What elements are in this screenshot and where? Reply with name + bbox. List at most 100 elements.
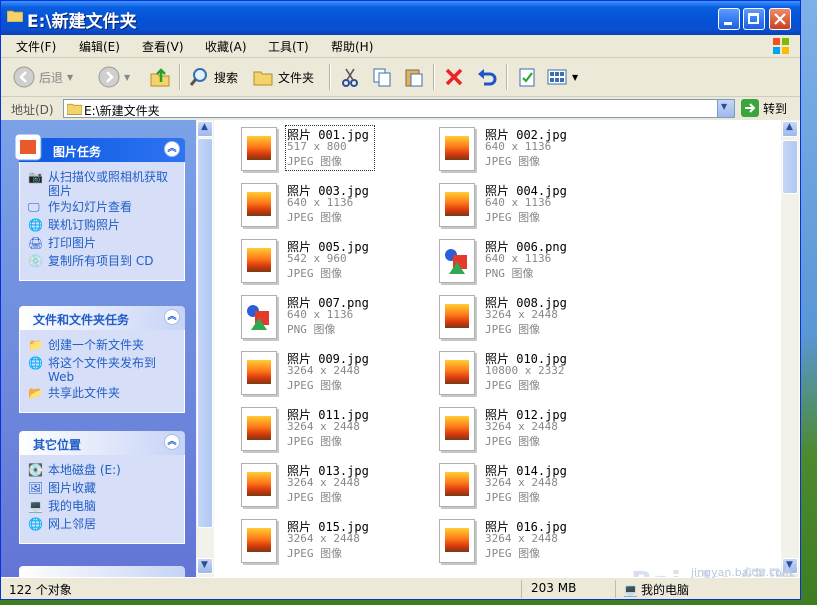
file-list-scrollbar[interactable]: ▲ ▼ [781,120,799,577]
cut-button[interactable] [339,65,361,89]
up-folder-button[interactable] [149,65,171,89]
menu-help[interactable]: 帮助(H) [331,38,373,55]
menu-view[interactable]: 查看(V) [142,38,184,55]
details-panel [19,566,185,577]
file-item[interactable]: 照片 009.jpg 3264 x 2448 JPEG 图像 [239,349,429,401]
scissors-icon [342,68,358,87]
undo-button[interactable] [475,65,497,89]
file-item[interactable]: 照片 013.jpg 3264 x 2448 JPEG 图像 [239,461,429,513]
other-places-header[interactable]: 其它位置 ︽ [19,431,185,455]
task-print[interactable]: 🖨 打印图片 [28,236,176,252]
forward-button[interactable]: ▼ [98,65,130,89]
paste-button[interactable] [403,65,425,89]
computer-icon: 💻 [28,499,43,513]
task-copy-to-cd[interactable]: 💿 复制所有项目到 CD [28,254,176,270]
windows-logo-icon [773,38,789,54]
place-my-pictures[interactable]: 🖼 图片收藏 [28,481,176,497]
collapse-chevron-icon[interactable]: ︽ [164,434,180,450]
task-share-folder[interactable]: 📂 共享此文件夹 [28,386,176,402]
file-type: PNG 图像 [485,267,534,280]
chevron-down-icon[interactable]: ▼ [572,73,578,82]
chevron-down-icon[interactable]: ▼ [124,73,130,82]
place-network[interactable]: 🌐 网上邻居 [28,517,176,533]
image-file-icon [241,239,277,283]
file-item[interactable]: 照片 015.jpg 3264 x 2448 JPEG 图像 [239,517,429,569]
chevron-down-icon[interactable]: ▼ [67,73,73,82]
views-button[interactable]: ▼ [546,65,578,89]
folders-button[interactable]: 文件夹 [252,65,314,89]
task-label: 共享此文件夹 [48,386,121,400]
back-button[interactable]: 后退 ▼ [13,65,73,89]
task-new-folder[interactable]: 📁 创建一个新文件夹 [28,338,176,354]
back-arrow-icon [13,66,35,88]
file-item[interactable]: 照片 014.jpg 3264 x 2448 JPEG 图像 [437,461,627,513]
task-order-prints[interactable]: 🌐 联机订购照片 [28,218,176,234]
file-item[interactable]: 照片 003.jpg 640 x 1136 JPEG 图像 [239,181,429,233]
menu-tools[interactable]: 工具(T) [268,38,309,55]
address-dropdown-button[interactable]: ▼ [717,100,734,117]
image-file-icon [439,295,475,339]
copy-button[interactable] [371,65,393,89]
slideshow-icon: 🖵 [28,200,40,214]
new-folder-icon: 📁 [28,338,43,352]
file-item[interactable]: 照片 007.png 640 x 1136 PNG 图像 [239,293,429,345]
cd-icon: 💿 [28,254,43,268]
task-pane-scrollbar[interactable]: ▲ ▼ [196,120,214,577]
go-label: 转到 [763,101,788,116]
scroll-up-button[interactable]: ▲ [782,121,798,137]
task-get-from-camera[interactable]: 📷 从扫描仪或照相机获取图片 [28,170,176,198]
search-button[interactable]: 搜索 [188,65,238,89]
file-dimensions: 640 x 1136 [485,252,552,265]
image-file-icon [241,519,277,563]
file-item[interactable]: 照片 001.jpg 517 x 800 JPEG 图像 [239,125,429,177]
file-item[interactable]: 照片 004.jpg 640 x 1136 JPEG 图像 [437,181,627,233]
image-file-icon [241,463,277,507]
image-file-icon [241,127,277,171]
menu-file[interactable]: 文件(F) [16,38,56,55]
collapse-chevron-icon[interactable]: ︽ [164,309,180,325]
go-button[interactable]: 转到 [741,99,787,117]
share-folder-icon: 📂 [28,386,43,400]
minimize-button[interactable] [718,8,740,30]
scroll-down-button[interactable]: ▼ [197,558,213,574]
picture-tasks-title: 图片任务 [53,145,102,159]
file-item[interactable]: 照片 012.jpg 3264 x 2448 JPEG 图像 [437,405,627,457]
globe-icon: 🌐 [28,218,43,232]
details-header[interactable] [19,566,185,577]
picture-tasks-header[interactable]: 图片任务 ︽ [14,133,185,162]
task-slideshow[interactable]: 🖵 作为幻灯片查看 [28,200,176,216]
computer-icon: 💻 [623,582,638,597]
file-item[interactable]: 照片 008.jpg 3264 x 2448 JPEG 图像 [437,293,627,345]
file-item[interactable]: 照片 006.png 640 x 1136 PNG 图像 [437,237,627,289]
maximize-button[interactable] [743,8,765,30]
close-button[interactable] [769,8,791,30]
file-item[interactable]: 照片 011.jpg 3264 x 2448 JPEG 图像 [239,405,429,457]
other-places-body: 💽 本地磁盘 (E:) 🖼 图片收藏 💻 我的电脑 🌐 网上邻居 [19,455,185,544]
delete-button[interactable] [443,65,465,89]
file-item[interactable]: 照片 016.jpg 3264 x 2448 JPEG 图像 [437,517,627,569]
image-file-icon [439,519,475,563]
title-bar[interactable]: E:\新建文件夹 [1,1,800,35]
file-item[interactable]: 照片 010.jpg 10800 x 2332 JPEG 图像 [437,349,627,401]
menu-edit[interactable]: 编辑(E) [79,38,120,55]
place-local-disk[interactable]: 💽 本地磁盘 (E:) [28,463,176,479]
scroll-thumb[interactable] [782,140,798,194]
collapse-chevron-icon[interactable]: ︽ [164,141,180,157]
menu-favorites[interactable]: 收藏(A) [205,38,247,55]
file-dimensions: 3264 x 2448 [485,420,558,433]
file-tasks-header[interactable]: 文件和文件夹任务 ︽ [19,306,185,330]
place-my-computer[interactable]: 💻 我的电脑 [28,499,176,515]
properties-button[interactable] [516,65,538,89]
file-item[interactable]: 照片 002.jpg 640 x 1136 JPEG 图像 [437,125,627,177]
file-item[interactable]: 照片 005.jpg 542 x 960 JPEG 图像 [239,237,429,289]
address-input[interactable]: E:\新建文件夹 ▼ [63,99,735,118]
hard-drive-icon: 💽 [28,463,43,477]
picture-tasks-icon [14,133,42,161]
task-publish-web[interactable]: 🌐 将这个文件夹发布到 Web [28,356,176,384]
scroll-up-button[interactable]: ▲ [197,121,213,137]
image-file-icon [439,127,475,171]
task-label: 本地磁盘 (E:) [48,463,121,477]
scroll-thumb[interactable] [197,138,213,528]
publish-web-icon: 🌐 [28,356,43,370]
image-file-icon [439,407,475,451]
